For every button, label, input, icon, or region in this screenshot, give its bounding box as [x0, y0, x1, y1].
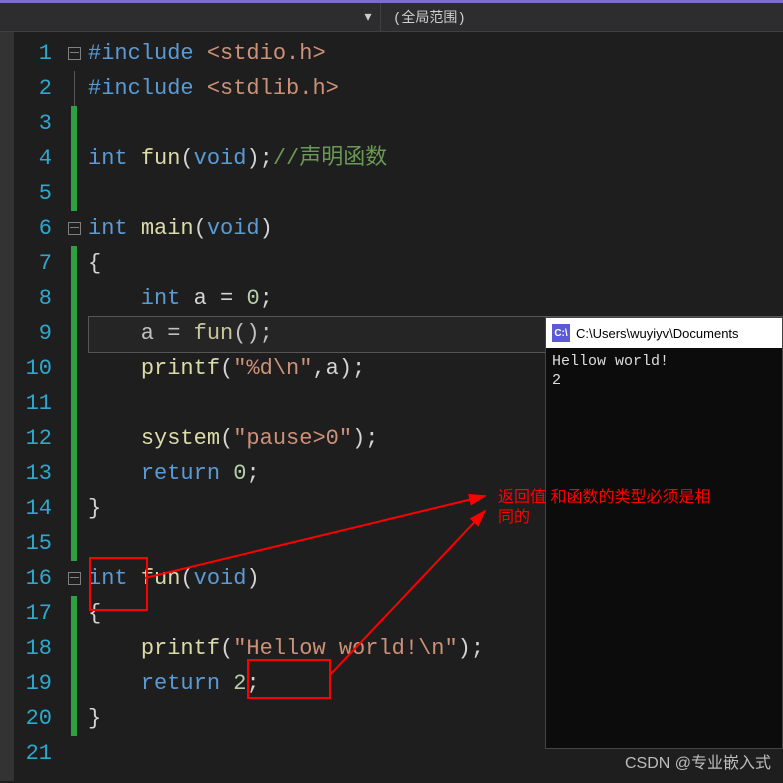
code-line[interactable]: int main(void) — [88, 211, 783, 246]
change-bar — [71, 701, 77, 736]
change-bar — [71, 596, 77, 631]
line-number: 21 — [14, 736, 60, 771]
fold-minus-icon[interactable] — [68, 47, 81, 60]
line-number: 13 — [14, 456, 60, 491]
line-number: 19 — [14, 666, 60, 701]
change-bar — [71, 316, 77, 351]
scope-label: (全局范围) — [381, 7, 466, 27]
console-output: Hellow world! 2 — [546, 348, 782, 394]
console-icon: C:\ — [552, 324, 570, 342]
line-number: 4 — [14, 141, 60, 176]
fold-minus-icon[interactable] — [68, 572, 81, 585]
watermark: CSDN @专业嵌入式 — [625, 749, 771, 773]
change-bar — [71, 421, 77, 456]
code-line[interactable]: int fun(void);//声明函数 — [88, 141, 783, 176]
fold-guide — [74, 71, 75, 106]
console-line: Hellow world! — [552, 352, 776, 371]
code-line[interactable] — [88, 176, 783, 211]
console-titlebar[interactable]: C:\ C:\Users\wuyiyv\Documents — [546, 318, 782, 348]
console-window[interactable]: C:\ C:\Users\wuyiyv\Documents Hellow wor… — [545, 317, 783, 749]
change-bar — [71, 141, 77, 176]
outline-fold-column[interactable] — [60, 32, 88, 781]
change-bar — [71, 631, 77, 666]
code-line[interactable] — [88, 106, 783, 141]
code-line[interactable]: #include <stdio.h> — [88, 36, 783, 71]
line-number: 1 — [14, 36, 60, 71]
console-title-text: C:\Users\wuyiyv\Documents — [576, 326, 739, 341]
line-number: 2 — [14, 71, 60, 106]
change-bar — [71, 281, 77, 316]
line-number: 8 — [14, 281, 60, 316]
line-number: 17 — [14, 596, 60, 631]
line-number-gutter: 1 2 3 4 5 6 7 8 9 10 11 12 13 14 15 16 1… — [14, 32, 60, 781]
ide-window: ▾ (全局范围) 1 2 3 4 5 6 7 8 9 10 11 12 13 1… — [0, 0, 783, 783]
line-number: 5 — [14, 176, 60, 211]
code-line[interactable]: int a = 0; — [88, 281, 783, 316]
line-number: 14 — [14, 491, 60, 526]
line-number: 20 — [14, 701, 60, 736]
change-bar — [71, 456, 77, 491]
code-line[interactable]: #include <stdlib.h> — [88, 71, 783, 106]
change-bar — [71, 246, 77, 281]
scope-dropdown-left[interactable]: ▾ — [0, 3, 381, 31]
change-bar — [71, 526, 77, 561]
change-bar — [71, 666, 77, 701]
line-number: 9 — [14, 316, 60, 351]
change-bar — [71, 176, 77, 211]
change-bar — [71, 386, 77, 421]
line-number: 3 — [14, 106, 60, 141]
change-bar — [71, 351, 77, 386]
line-number: 16 — [14, 561, 60, 596]
annotation-text: 返回值 和函数的类型必须是相 同的 — [498, 488, 710, 528]
change-bar — [71, 106, 77, 141]
line-number: 18 — [14, 631, 60, 666]
scope-bar[interactable]: ▾ (全局范围) — [0, 3, 783, 32]
line-number: 10 — [14, 351, 60, 386]
change-bar — [71, 491, 77, 526]
line-number: 6 — [14, 211, 60, 246]
code-line[interactable]: { — [88, 246, 783, 281]
line-number: 7 — [14, 246, 60, 281]
line-number: 15 — [14, 526, 60, 561]
line-number: 12 — [14, 421, 60, 456]
chevron-down-icon: ▾ — [362, 9, 374, 26]
indicator-margin — [0, 32, 14, 781]
line-number: 11 — [14, 386, 60, 421]
console-line: 2 — [552, 371, 776, 390]
fold-minus-icon[interactable] — [68, 222, 81, 235]
